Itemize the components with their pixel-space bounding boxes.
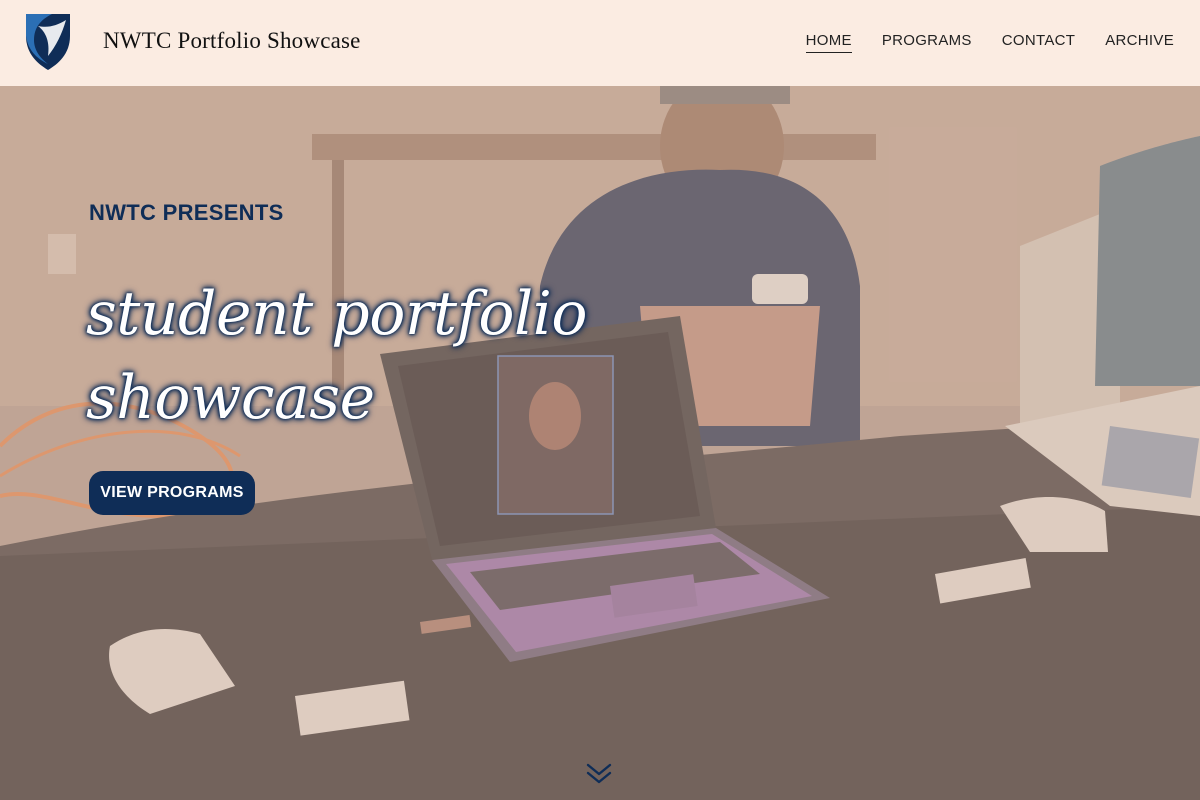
nav-contact[interactable]: CONTACT bbox=[1002, 32, 1075, 53]
site-title[interactable]: NWTC Portfolio Showcase bbox=[103, 28, 361, 54]
hero-title: student portfolio showcase bbox=[86, 272, 686, 440]
view-programs-button[interactable]: VIEW PROGRAMS bbox=[89, 471, 255, 515]
hero-title-line-2: showcase bbox=[86, 363, 375, 433]
hero-title-line-1: student portfolio bbox=[86, 279, 587, 349]
main-nav: HOME PROGRAMS CONTACT ARCHIVE bbox=[805, 32, 1174, 53]
nav-programs[interactable]: PROGRAMS bbox=[882, 32, 972, 53]
hero-tint-overlay bbox=[0, 86, 1200, 800]
site-header: NWTC Portfolio Showcase HOME PROGRAMS CO… bbox=[0, 0, 1200, 86]
double-chevron-down-icon[interactable] bbox=[586, 762, 612, 784]
nav-archive[interactable]: ARCHIVE bbox=[1105, 32, 1174, 53]
hero-section: NWTC PRESENTS student portfolio showcase… bbox=[0, 86, 1200, 800]
shield-logo-icon[interactable] bbox=[22, 10, 74, 72]
hero-eyebrow: NWTC PRESENTS bbox=[89, 200, 284, 225]
nav-home[interactable]: HOME bbox=[805, 32, 852, 53]
